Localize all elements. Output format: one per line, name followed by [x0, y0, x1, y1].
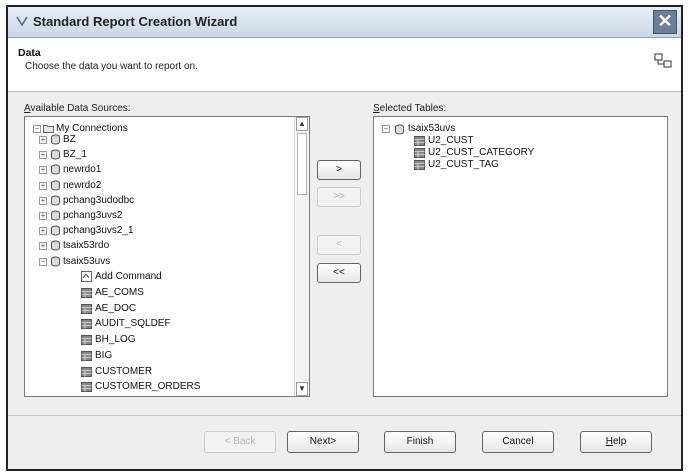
expand-icon[interactable]: + [39, 166, 47, 175]
table-icon [414, 136, 425, 147]
database-connection-icon [50, 164, 61, 175]
data-link-icon [654, 52, 673, 70]
page-title: Data [18, 47, 41, 59]
table-icon [81, 335, 92, 346]
cancel-button[interactable]: Cancel [482, 431, 554, 453]
tree-item-label: BZ [63, 134, 76, 145]
remove-all-button[interactable]: << [317, 263, 361, 283]
database-connection-icon [50, 240, 61, 251]
database-connection-icon [394, 124, 405, 135]
footer-separator [8, 415, 681, 416]
scroll-down-icon[interactable]: ▼ [296, 382, 308, 396]
database-connection-icon [50, 210, 61, 221]
table-icon [81, 319, 92, 330]
folder-icon [43, 123, 54, 134]
table-icon [414, 148, 425, 159]
expand-icon[interactable]: + [39, 151, 47, 160]
finish-button[interactable]: Finish [384, 431, 456, 453]
expand-icon[interactable]: + [39, 181, 47, 190]
database-connection-icon [50, 134, 61, 145]
scroll-up-icon[interactable]: ▲ [296, 117, 308, 131]
app-logo-icon [16, 15, 28, 27]
available-scrollbar[interactable]: ▲ ▼ [294, 117, 309, 396]
tree-item-label: U2_CUST_CATEGORY [428, 147, 535, 158]
tree-item-label: U2_CUST [428, 135, 474, 146]
expand-icon[interactable]: + [39, 196, 47, 205]
next-button[interactable]: Next> [287, 431, 359, 453]
table-icon [81, 350, 92, 362]
tree-item-label: pchang3uvs2 [63, 210, 123, 221]
table-icon [81, 382, 92, 393]
table-icon [81, 288, 92, 299]
title-bar: Standard Report Creation Wizard ✕ [8, 7, 681, 38]
selected-tables-label: Selected Tables: [373, 103, 447, 114]
expand-icon[interactable]: + [39, 212, 47, 220]
expand-icon[interactable]: + [39, 242, 47, 251]
back-button[interactable]: < Back [204, 431, 276, 453]
database-connection-icon [50, 149, 61, 160]
tree-item-label: tsaix53uvs [63, 255, 111, 267]
tree-item-label: BZ_1 [63, 149, 87, 161]
tree-item-label: newrdo1 [63, 164, 102, 176]
scroll-thumb[interactable] [297, 133, 307, 195]
window-title: Standard Report Creation Wizard [33, 14, 238, 29]
available-sources-tree[interactable]: − My Connections + BZ + BZ_1 + newrdo1 + newrdo… [24, 116, 310, 397]
tree-item-label: AE_DOC [95, 302, 137, 314]
selected-tables-tree[interactable]: − tsaix53uvs U2_CUST U2_CUST_CATEGORY U2_C… [373, 116, 668, 397]
tree-item-label: newrdo2 [63, 179, 102, 191]
tree-item-label: AE_COMS [95, 287, 144, 298]
close-button[interactable]: ✕ [653, 10, 677, 34]
wizard-header: Data Choose the data you want to report … [8, 38, 681, 92]
tree-item-label: BH_LOG [95, 334, 136, 346]
tree-item-label: tsaix53rdo [63, 240, 110, 252]
help-button[interactable]: Help [580, 431, 652, 453]
available-sources-label: Available Data Sources: [24, 103, 131, 114]
add-command-icon [81, 271, 92, 282]
table-icon [414, 160, 425, 171]
expand-icon[interactable]: + [39, 227, 47, 236]
tree-item-label: pchang3uvs2_1 [63, 225, 134, 237]
add-one-button[interactable]: > [317, 160, 361, 180]
page-subtitle: Choose the data you want to report on. [25, 61, 198, 72]
collapse-icon[interactable]: − [382, 125, 390, 133]
tree-item-label: AUDIT_SQLDEF [95, 318, 171, 330]
expand-icon[interactable]: + [39, 136, 47, 144]
tree-item-label: tsaix53uvs [408, 123, 456, 134]
tree-item-label: CUSTOMER_ORDERS [95, 381, 201, 393]
database-connection-icon [50, 225, 61, 236]
wizard-window: Standard Report Creation Wizard ✕ Data C… [6, 5, 683, 471]
tree-item-label: U2_CUST_TAG [428, 159, 499, 170]
collapse-icon[interactable]: − [39, 257, 47, 266]
tree-item-label: BIG [95, 349, 113, 361]
table-icon [81, 303, 92, 315]
add-all-button[interactable]: >> [317, 187, 361, 207]
database-connection-icon [50, 180, 61, 191]
database-connection-icon [50, 256, 61, 267]
tree-item-label: Add Command [95, 271, 162, 282]
tree-item-label: CUSTOMER [95, 365, 153, 377]
collapse-icon[interactable]: − [33, 125, 41, 133]
remove-one-button[interactable]: < [317, 235, 361, 255]
tree-item-label: pchang3udodbc [63, 194, 135, 206]
table-icon [81, 366, 92, 378]
database-connection-icon [50, 195, 61, 206]
